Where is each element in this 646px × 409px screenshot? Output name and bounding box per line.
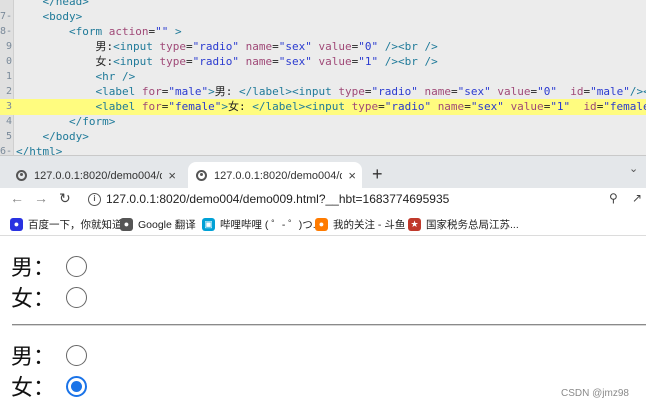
info-icon[interactable]: i <box>88 193 101 206</box>
back-button[interactable]: ← <box>10 190 24 206</box>
radio-row-male-labeled: 男： <box>11 340 87 370</box>
line-number: 4 <box>5 116 12 127</box>
radio-row-male: 男： <box>11 251 87 281</box>
bookmark-label: 国家税务总局江苏... <box>426 219 519 231</box>
close-icon[interactable]: × <box>168 168 176 183</box>
code-line: 1 <hr /> <box>0 69 646 85</box>
code-line: 5 </body> <box>0 129 646 145</box>
bookmarks-bar: ● 百度一下，你就知道 ● Google 翻译 ▣ 哔哩哔哩 ( ゜- ゜)つ.… <box>0 212 646 236</box>
page-content: 男： 女： 男： 女： CSDN @jmz98 <box>0 237 646 409</box>
fish-icon: ● <box>315 218 328 231</box>
bookmark-label: 哔哩哔哩 ( ゜- ゜)つ... <box>220 219 322 231</box>
bookmark-label: 百度一下，你就知道 <box>28 219 123 231</box>
zoom-icon[interactable]: ⚲ <box>609 191 618 205</box>
radio-female-labeled[interactable] <box>66 375 87 397</box>
watermark: CSDN @jmz98 <box>561 388 629 399</box>
emblem-icon: ★ <box>408 218 421 231</box>
line-number: 9 <box>5 41 12 52</box>
line-number: 7- <box>0 11 13 22</box>
code-line: 0 女:<input type="radio" name="sex" value… <box>0 54 646 70</box>
browser-toolbar: ← → ↻ i 127.0.0.1:8020/demo004/demo009.h… <box>0 188 646 212</box>
tab-title: 127.0.0.1:8020/demo004/dem <box>214 169 342 182</box>
radio-row-female-labeled: 女： <box>11 371 87 401</box>
code-text: 男:<input type="radio" name="sex" value="… <box>16 40 438 53</box>
code-text: 女:<input type="radio" name="sex" value="… <box>16 55 438 68</box>
bookmark-google-translate[interactable]: ● Google 翻译 <box>120 217 196 232</box>
globe-icon <box>196 170 207 181</box>
line-number: 1 <box>5 71 12 82</box>
paw-icon: ● <box>10 218 23 231</box>
code-text: <form action="" > <box>68 25 182 38</box>
code-line: 7- <body> <box>0 9 646 25</box>
line-number: 3 <box>5 101 12 112</box>
new-tab-button[interactable]: + <box>372 164 383 185</box>
bookmark-baidu[interactable]: ● 百度一下，你就知道 <box>10 217 123 232</box>
bookmark-label: 我的关注 - 斗鱼 <box>333 219 406 231</box>
radio-label[interactable]: 女： <box>11 370 62 402</box>
code-text: <label for="female">女: </label><input ty… <box>95 100 646 113</box>
forward-button[interactable]: → <box>34 190 48 206</box>
globe-icon: ● <box>120 218 133 231</box>
bookmark-bilibili[interactable]: ▣ 哔哩哔哩 ( ゜- ゜)つ... <box>202 217 322 232</box>
code-text: </form> <box>68 115 116 128</box>
line-number: 5 <box>5 131 12 142</box>
browser-tab[interactable]: 127.0.0.1:8020/demo004/dem × <box>10 162 182 189</box>
tab-title: 127.0.0.1:8020/demo004/dem <box>34 169 162 182</box>
code-line: 9 男:<input type="radio" name="sex" value… <box>0 39 646 55</box>
line-number: 2 <box>5 86 12 97</box>
bookmark-douyu[interactable]: ● 我的关注 - 斗鱼 <box>315 217 405 232</box>
reload-button[interactable]: ↻ <box>59 190 71 207</box>
radio-label[interactable]: 男： <box>11 339 62 371</box>
bookmark-label: Google 翻译 <box>138 219 196 231</box>
radio-label: 女： <box>11 287 56 312</box>
code-text: </body> <box>42 130 89 143</box>
radio-male-labeled[interactable] <box>66 344 87 366</box>
horizontal-rule <box>12 324 646 326</box>
line-number: 6- <box>0 146 13 155</box>
tv-icon: ▣ <box>202 218 215 231</box>
address-bar[interactable]: 127.0.0.1:8020/demo004/demo009.html?__hb… <box>106 192 449 206</box>
radio-row-female: 女： <box>11 282 87 312</box>
code-line: 2 <label for="male">男: </label><input ty… <box>0 84 646 100</box>
bookmark-tax[interactable]: ★ 国家税务总局江苏... <box>408 217 519 232</box>
code-line: 6- </html> <box>0 144 646 155</box>
line-number: 0 <box>5 56 12 67</box>
code-text: <label for="male">男: </label><input type… <box>95 85 646 98</box>
close-icon[interactable]: × <box>348 168 356 183</box>
share-icon[interactable]: ↗ <box>632 191 642 205</box>
radio-label: 男： <box>11 256 56 281</box>
code-editor[interactable]: </head> 7- <body> 8- <form action="" >9 男:… <box>0 0 646 155</box>
globe-icon <box>16 170 27 181</box>
code-line: 4 </form> <box>0 114 646 130</box>
browser-tab-active[interactable]: 127.0.0.1:8020/demo004/dem × <box>188 162 362 189</box>
radio-male[interactable] <box>66 255 87 277</box>
code-line: 3 <label for="female">女: </label><input … <box>0 99 646 115</box>
line-number: 8- <box>0 26 13 37</box>
code-line: 8- <form action="" > <box>0 24 646 40</box>
code-text: <body> <box>42 10 83 23</box>
radio-female[interactable] <box>66 286 87 308</box>
code-text: <hr /> <box>95 70 136 83</box>
chevron-down-icon[interactable]: ⌄ <box>629 162 638 175</box>
browser-tab-bar: 127.0.0.1:8020/demo004/dem × 127.0.0.1:8… <box>0 155 646 189</box>
code-text: </html> <box>16 145 63 155</box>
